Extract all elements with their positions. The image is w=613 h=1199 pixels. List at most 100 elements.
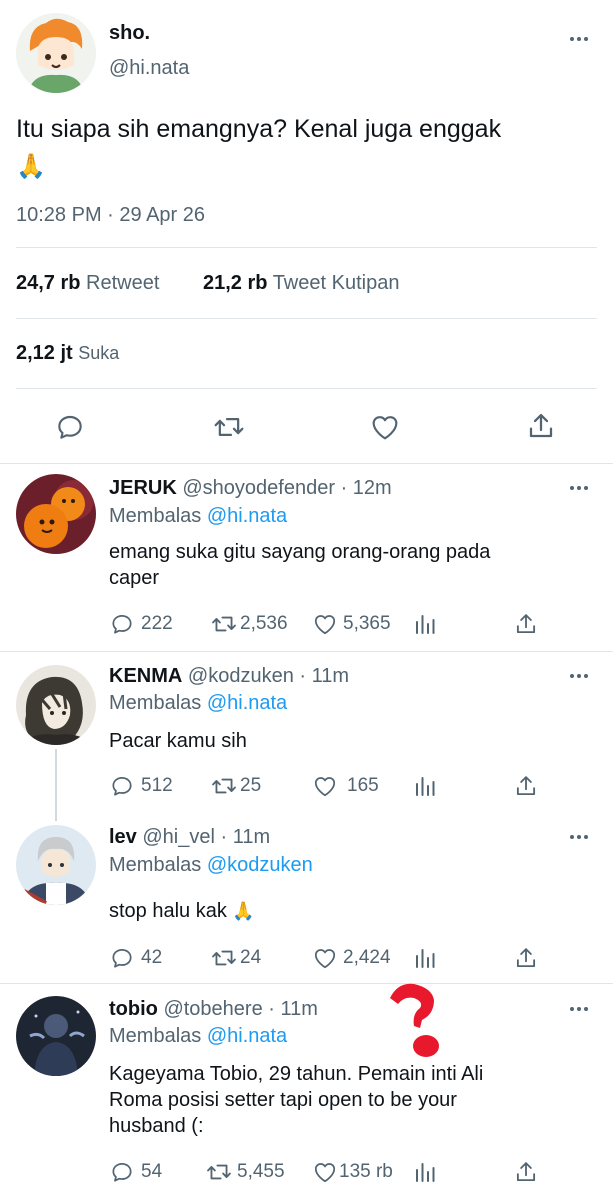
like-action[interactable]: 135 rb <box>311 1159 393 1185</box>
replying-to-label: Membalas <box>109 692 202 714</box>
handle[interactable]: @hi.nata <box>109 57 189 80</box>
reply-header: lev @hi_vel · 11m <box>109 826 270 849</box>
reply-handle[interactable]: @tobehere <box>163 998 262 1020</box>
tweet-text-content: Itu siapa sih emangnya? Kenal juga engga… <box>16 115 502 143</box>
reply-time[interactable]: 11m <box>312 665 349 687</box>
like-count: 2,424 <box>343 947 391 968</box>
share-icon[interactable] <box>513 945 539 976</box>
separator: · <box>340 477 348 499</box>
share-icon[interactable] <box>525 410 557 447</box>
like-icon <box>314 949 336 969</box>
reply-display-name[interactable]: JERUK <box>109 477 177 499</box>
share-icon[interactable] <box>513 773 539 804</box>
reply-time[interactable]: 12m <box>353 477 392 499</box>
like-icon <box>314 1163 336 1183</box>
avatar[interactable] <box>16 825 96 905</box>
like-count: 2,12 jt <box>16 342 73 364</box>
share-icon[interactable] <box>513 611 539 642</box>
reply-action[interactable]: 512 <box>109 773 173 799</box>
reply-icon <box>112 1163 132 1182</box>
reply-text: stop halu kak 🙏 <box>109 898 579 924</box>
avatar[interactable] <box>16 665 96 745</box>
reply-text-line: emang suka gitu sayang orang-orang pada <box>109 541 491 563</box>
reply-icon <box>112 777 132 796</box>
replying-to: Membalas @hi.nata <box>109 1025 287 1048</box>
retweet-count: 5,455 <box>237 1161 285 1182</box>
avatar[interactable] <box>16 13 96 93</box>
more-icon[interactable] <box>567 1004 591 1014</box>
question-mark-annotation <box>384 980 446 1067</box>
reply-icon <box>112 949 132 968</box>
like-stats[interactable]: 2,12 jt Suka <box>16 342 119 365</box>
retweet-action[interactable]: 2,536 <box>210 611 288 637</box>
more-icon[interactable] <box>567 34 591 44</box>
like-icon <box>314 777 336 797</box>
reply-icon[interactable] <box>54 411 86 448</box>
retweet-action[interactable]: 24 <box>210 945 261 971</box>
like-count: 5,365 <box>343 613 391 634</box>
analytics-icon[interactable] <box>413 612 437 641</box>
replying-to-handle[interactable]: @kodzuken <box>207 854 313 876</box>
avatar[interactable] <box>16 996 96 1076</box>
more-icon[interactable] <box>567 832 591 842</box>
replying-to-label: Membalas <box>109 854 202 876</box>
like-action[interactable]: 5,365 <box>311 611 391 637</box>
reply-handle[interactable]: @kodzuken <box>188 665 294 687</box>
analytics-icon[interactable] <box>413 774 437 803</box>
retweet-action[interactable]: 25 <box>210 773 261 799</box>
replying-to-handle[interactable]: @hi.nata <box>207 505 287 527</box>
timestamp[interactable]: 10:28 PM · 29 Apr 26 <box>16 204 205 227</box>
reply-action[interactable]: 42 <box>109 945 162 971</box>
like-icon[interactable] <box>368 411 402 448</box>
reply-time[interactable]: 11m <box>233 826 270 848</box>
retweet-icon[interactable] <box>212 411 246 448</box>
praying-hands-emoji: 🙏 <box>16 153 46 180</box>
replying-to-handle[interactable]: @hi.nata <box>207 692 287 714</box>
replying-to: Membalas @kodzuken <box>109 854 313 877</box>
retweet-stats[interactable]: 24,7 rb Retweet <box>16 272 159 295</box>
quote-label: Tweet Kutipan <box>272 272 400 294</box>
reply-count: 512 <box>141 775 173 796</box>
quote-stats[interactable]: 21,2 rb Tweet Kutipan <box>203 272 399 295</box>
avatar[interactable] <box>16 474 96 554</box>
divider <box>16 318 597 319</box>
reply-text-line: husband (: <box>109 1115 204 1137</box>
reply-handle[interactable]: @shoyodefender <box>182 477 335 499</box>
reply-display-name[interactable]: tobio <box>109 998 158 1020</box>
quote-count: 21,2 rb <box>203 272 268 294</box>
retweet-icon <box>207 1164 231 1180</box>
like-icon <box>314 615 336 635</box>
analytics-icon[interactable] <box>413 1160 437 1189</box>
retweet-action[interactable]: 5,455 <box>205 1159 285 1185</box>
reply-time[interactable]: 11m <box>281 998 318 1020</box>
reply-action[interactable]: 54 <box>109 1159 162 1185</box>
separator: · <box>299 665 307 687</box>
reply-display-name[interactable]: lev <box>109 826 137 848</box>
reply-handle[interactable]: @hi_vel <box>142 826 215 848</box>
more-icon[interactable] <box>567 671 591 681</box>
retweet-count: 2,536 <box>240 613 288 634</box>
like-count: 165 <box>347 775 379 796</box>
reply-header: KENMA @kodzuken · 11m <box>109 665 349 688</box>
retweet-count: 24 <box>240 947 262 968</box>
like-action[interactable]: 165 <box>311 773 379 799</box>
praying-hands-emoji: 🙏 <box>232 901 255 921</box>
like-count: 135 rb <box>339 1161 393 1182</box>
retweet-count: 24,7 rb <box>16 272 81 294</box>
like-action[interactable]: 2,424 <box>311 945 391 971</box>
reply-count: 42 <box>141 947 163 968</box>
reply-display-name[interactable]: KENMA <box>109 665 182 687</box>
reply-count: 54 <box>141 1161 163 1182</box>
replying-to-handle[interactable]: @hi.nata <box>207 1025 287 1047</box>
thread-line <box>55 749 57 821</box>
share-icon[interactable] <box>513 1159 539 1190</box>
divider <box>0 651 613 652</box>
reply-text-line: stop halu kak <box>109 900 227 922</box>
divider <box>0 983 613 984</box>
more-icon[interactable] <box>567 483 591 493</box>
tweet-text: Itu siapa sih emangnya? Kenal juga engga… <box>16 111 601 185</box>
reply-action[interactable]: 222 <box>109 611 173 637</box>
display-name[interactable]: sho. <box>109 22 150 45</box>
analytics-icon[interactable] <box>413 946 437 975</box>
like-label: Suka <box>78 343 120 363</box>
